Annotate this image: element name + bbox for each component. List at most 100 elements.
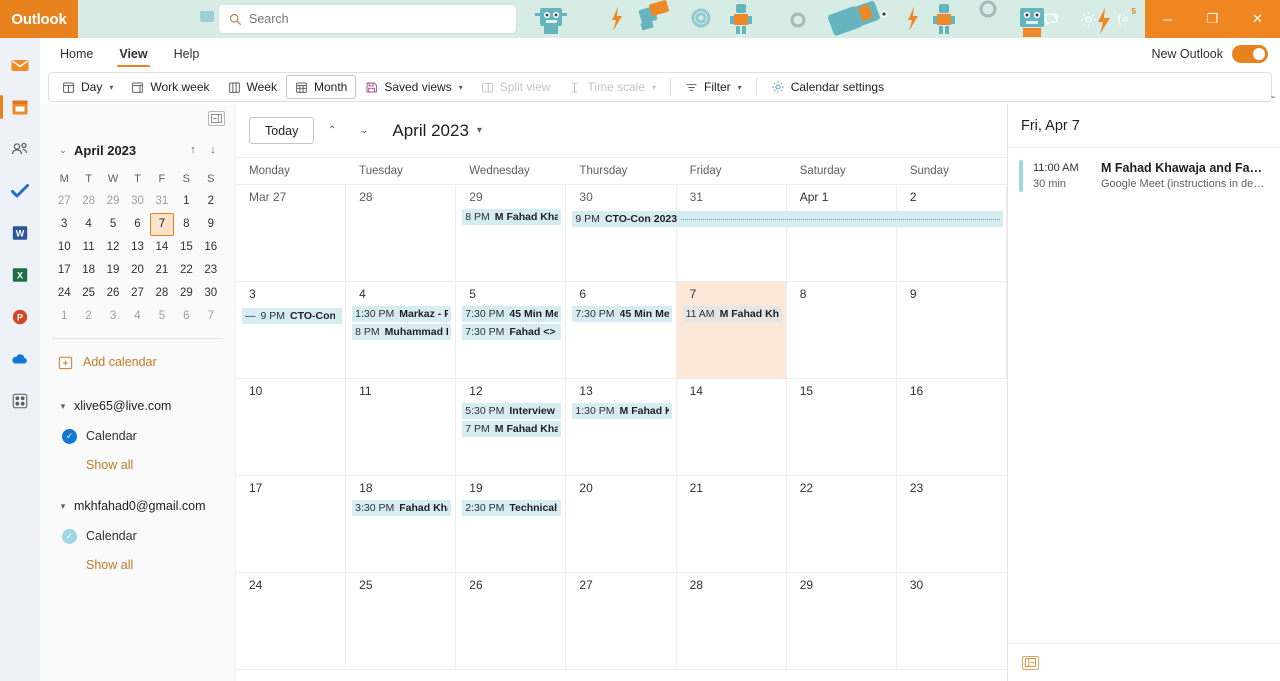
calendar-day-cell[interactable]: 29 8 PM M Fahad Khawaja and Fawad <box>456 185 567 281</box>
mini-calendar-day[interactable]: 18 <box>76 259 100 282</box>
account-header[interactable]: ▾ xlive65@live.com <box>40 391 235 421</box>
calendar-day-cell[interactable]: 25 <box>346 573 457 669</box>
mini-calendar-day[interactable]: 2 <box>76 305 100 328</box>
calendar-day-cell[interactable]: 28 <box>346 185 457 281</box>
calendar-event[interactable]: 5:30 PM Interview F <box>462 403 562 419</box>
mini-calendar-day[interactable]: 13 <box>125 236 149 259</box>
calendar-event[interactable]: 7:30 PM Fahad <> J <box>462 324 562 340</box>
calendar-event[interactable]: 7 PM M Fahad Khaw <box>462 421 562 437</box>
calendar-day-cell[interactable]: 8 <box>787 282 897 378</box>
mini-calendar-day[interactable]: 25 <box>76 282 100 305</box>
rail-item-calendar[interactable] <box>0 90 38 124</box>
previous-period-button[interactable]: ⌃ <box>318 117 346 145</box>
month-view-button[interactable]: Month <box>285 75 357 99</box>
rail-item-onedrive[interactable] <box>2 342 38 376</box>
mini-calendar-next-button[interactable]: ↓ <box>203 144 223 156</box>
mini-calendar-day[interactable]: 4 <box>76 213 100 236</box>
mini-calendar-day[interactable]: 29 <box>174 282 198 305</box>
mini-calendar-day[interactable]: 5 <box>150 305 174 328</box>
filter-button[interactable]: Filter ▾ <box>676 75 751 99</box>
mini-calendar-day[interactable]: 24 <box>52 282 76 305</box>
calendar-day-cell[interactable]: 2 <box>897 185 1007 281</box>
rail-item-excel[interactable]: X <box>2 258 38 292</box>
calendar-day-cell[interactable]: 29 <box>787 573 897 669</box>
add-calendar-button[interactable]: Add calendar <box>40 345 235 379</box>
calendar-day-cell[interactable]: 26 <box>456 573 567 669</box>
mini-calendar-day[interactable]: 6 <box>174 305 198 328</box>
calendar-day-cell[interactable]: 19 2:30 PM Technical In <box>456 476 567 572</box>
meet-now-icon[interactable]: 5 <box>1107 4 1141 34</box>
rail-item-powerpoint[interactable]: P <box>2 300 38 334</box>
calendar-event[interactable]: 8 PM Muhammad F <box>352 324 452 340</box>
calendar-day-cell[interactable]: 28 <box>677 573 787 669</box>
mini-calendar-day[interactable]: 8 <box>174 213 198 236</box>
mini-calendar-day[interactable]: 26 <box>101 282 125 305</box>
minimize-button[interactable]: ─ <box>1145 0 1190 38</box>
calendar-day-cell[interactable]: 15 <box>787 379 897 475</box>
today-button[interactable]: Today <box>249 117 315 144</box>
mini-calendar-day[interactable]: 3 <box>101 305 125 328</box>
mini-calendar-day[interactable]: 10 <box>52 236 76 259</box>
calendar-day-cell[interactable]: 23 <box>897 476 1007 572</box>
search-input[interactable] <box>249 12 506 26</box>
mini-calendar-day[interactable]: 1 <box>52 305 76 328</box>
mini-calendar-day[interactable]: 12 <box>101 236 125 259</box>
account-header[interactable]: ▾ mkhfahad0@gmail.com <box>40 491 235 521</box>
calendar-day-cell[interactable]: 13 1:30 PM M Fahad K <box>566 379 677 475</box>
tab-view[interactable]: View <box>113 39 153 69</box>
saved-views-button[interactable]: Saved views ▾ <box>356 75 471 99</box>
command-bar-overflow[interactable]: ⌄ <box>1266 72 1280 102</box>
mini-calendar-day[interactable]: 30 <box>125 190 149 213</box>
calendar-day-cell[interactable]: Apr 1 <box>787 185 897 281</box>
rail-item-people[interactable] <box>2 132 38 166</box>
chevron-down-icon[interactable]: ▾ <box>738 83 742 92</box>
calendar-day-cell[interactable]: 4 1:30 PM Markaz - F 8 PM Muhammad F <box>346 282 457 378</box>
rail-item-word[interactable]: W <box>2 216 38 250</box>
calendar-day-cell[interactable]: 9 <box>897 282 1007 378</box>
calendar-day-cell[interactable]: 24 <box>236 573 347 669</box>
mini-calendar-day[interactable]: 14 <box>150 236 174 259</box>
calendar-day-cell-today[interactable]: 7 11 AM M Fahad Kh <box>676 282 787 378</box>
next-period-button[interactable]: ⌄ <box>350 117 378 145</box>
search-box[interactable] <box>219 5 516 33</box>
calendar-multiday-event[interactable]: 9 PM CTO-Con 2023 <box>572 211 1003 227</box>
calendar-checkbox[interactable]: ✓ <box>62 528 77 544</box>
mini-calendar-expand-icon[interactable]: ⌄ <box>52 145 74 156</box>
calendar-settings-button[interactable]: Calendar settings <box>762 75 893 99</box>
calendar-day-cell[interactable]: Mar 27 <box>236 185 347 281</box>
show-all-link[interactable]: Show all <box>40 551 235 579</box>
tab-help[interactable]: Help <box>168 39 206 69</box>
feedback-icon[interactable] <box>1035 4 1069 34</box>
mini-calendar-day[interactable]: 16 <box>199 236 223 259</box>
mini-calendar-prev-button[interactable]: ↑ <box>183 144 203 156</box>
calendar-day-cell[interactable]: 18 3:30 PM Fahad Khaw <box>346 476 457 572</box>
mini-calendar-day[interactable]: 28 <box>150 282 174 305</box>
calendar-day-cell[interactable]: 11 <box>346 379 457 475</box>
calendar-day-cell[interactable]: 20 <box>566 476 677 572</box>
mini-calendar-day[interactable]: 22 <box>174 259 198 282</box>
calendar-day-cell[interactable]: 17 <box>236 476 347 572</box>
mini-calendar-day[interactable]: 15 <box>174 236 198 259</box>
calendar-day-cell[interactable]: 3 <box>236 282 347 378</box>
chevron-down-icon[interactable]: ▾ <box>109 83 113 92</box>
calendar-event[interactable]: 7:30 PM 45 Min Me <box>462 306 562 322</box>
chevron-down-icon[interactable]: ▾ <box>459 83 463 92</box>
mini-calendar-day[interactable]: 7 <box>199 305 223 328</box>
mini-calendar-day[interactable]: 27 <box>52 190 76 213</box>
mini-calendar-day[interactable]: 9 <box>199 213 223 236</box>
calendar-day-cell[interactable]: 14 <box>677 379 787 475</box>
calendar-day-cell[interactable]: 10 <box>236 379 347 475</box>
work-week-button[interactable]: Work week <box>122 75 218 99</box>
mini-calendar-day[interactable]: 29 <box>101 190 125 213</box>
rail-item-apps[interactable] <box>2 384 38 418</box>
rail-item-mail[interactable] <box>2 48 38 82</box>
calendar-checkbox[interactable]: ✓ <box>62 428 77 444</box>
calendar-day-cell[interactable]: 30 <box>897 573 1007 669</box>
calendar-day-cell[interactable]: 21 <box>677 476 787 572</box>
calendar-event[interactable]: 8 PM M Fahad Khawaja and Fawad <box>462 209 562 225</box>
mini-calendar-day[interactable]: 4 <box>125 305 149 328</box>
close-button[interactable]: ✕ <box>1235 0 1280 38</box>
calendar-event[interactable]: 1:30 PM Markaz - F <box>352 306 452 322</box>
mini-calendar-day[interactable]: 21 <box>150 259 174 282</box>
calendar-multiday-event[interactable]: — 9 PM CTO-Con 2023 <box>242 308 343 324</box>
